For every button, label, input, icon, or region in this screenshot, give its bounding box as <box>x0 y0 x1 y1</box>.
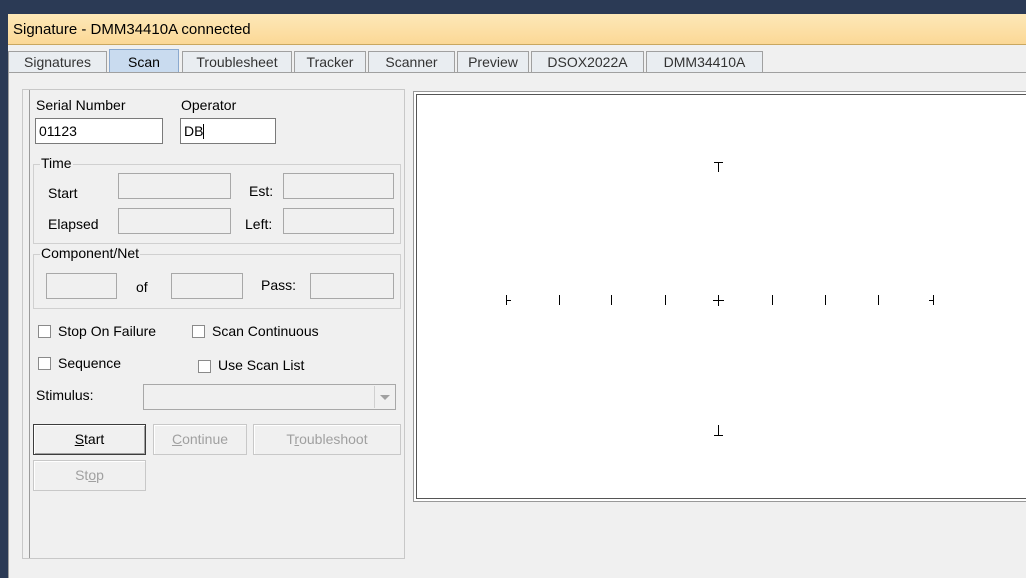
component-net-legend: Component/Net <box>40 245 141 261</box>
component-total-field[interactable] <box>171 273 243 299</box>
center-cross-horizontal <box>713 300 724 301</box>
axis-tick <box>611 295 612 305</box>
scan-continuous-checkbox[interactable] <box>192 325 205 338</box>
title-bar[interactable]: Signature - DMM34410A connected <box>8 14 1026 45</box>
top-tick-stem <box>718 162 719 172</box>
tab-panel-border <box>8 72 1026 73</box>
start-time-label: Start <box>48 185 78 201</box>
window-left-edge <box>8 73 9 578</box>
axis-tick <box>665 295 666 305</box>
est-time-label: Est: <box>249 183 274 199</box>
stop-button-text: St <box>75 467 89 483</box>
operator-value: DB <box>184 123 204 139</box>
start-accelerator: S <box>74 431 85 447</box>
right-end-tick <box>933 295 934 305</box>
tab-scan[interactable]: Scan <box>109 49 179 73</box>
stop-button[interactable]: Stop <box>33 460 146 491</box>
troubleshoot-button-text-rest: oubleshoot <box>299 431 368 447</box>
elapsed-time-label: Elapsed <box>48 216 99 232</box>
application-window: Signature - DMM34410A connected Signatur… <box>8 14 1026 578</box>
axis-tick <box>559 295 560 305</box>
use-scan-list-checkbox[interactable] <box>198 360 211 373</box>
stimulus-select[interactable] <box>143 384 396 410</box>
bottom-tick-stem <box>718 425 719 435</box>
continue-button-text-rest: ontinue <box>182 431 229 447</box>
serial-number-value: 01123 <box>39 123 77 139</box>
window-title: Signature - DMM34410A connected <box>13 21 251 38</box>
chevron-down-icon <box>380 395 390 400</box>
stop-accelerator: o <box>88 467 97 483</box>
component-current-field[interactable] <box>46 273 117 299</box>
left-end-arm <box>506 300 511 301</box>
serial-number-label: Serial Number <box>36 97 126 113</box>
troubleshoot-button[interactable]: Troubleshoot <box>253 424 401 455</box>
axis-tick <box>772 295 773 305</box>
component-of-label: of <box>136 279 148 295</box>
axis-tick <box>878 295 879 305</box>
stop-on-failure-checkbox[interactable] <box>38 325 51 338</box>
tab-dmm34410a[interactable]: DMM34410A <box>646 51 763 72</box>
continue-accelerator: C <box>171 431 183 447</box>
signature-display[interactable] <box>416 94 1026 499</box>
dropdown-arrow[interactable] <box>374 386 394 408</box>
operator-label: Operator <box>181 97 237 113</box>
stop-button-text-rest: p <box>96 467 104 483</box>
operator-input[interactable]: DB <box>180 118 276 144</box>
bottom-tick-cap <box>714 435 723 436</box>
time-legend: Time <box>40 155 73 171</box>
tab-signatures[interactable]: Signatures <box>8 51 107 72</box>
continue-button[interactable]: Continue <box>153 424 247 455</box>
pass-field[interactable] <box>310 273 394 299</box>
tab-tracker[interactable]: Tracker <box>294 51 366 72</box>
sequence-label[interactable]: Sequence <box>58 355 121 371</box>
start-button-text-rest: tart <box>84 431 105 447</box>
panel-shadow <box>23 90 30 558</box>
tab-scanner[interactable]: Scanner <box>368 51 455 72</box>
serial-number-input[interactable]: 01123 <box>35 118 163 144</box>
tab-troubleshoot[interactable]: Troublesheet <box>182 51 292 72</box>
scan-continuous-label[interactable]: Scan Continuous <box>212 323 319 339</box>
start-button[interactable]: Start <box>33 424 146 455</box>
tab-preview[interactable]: Preview <box>457 51 529 72</box>
use-scan-list-label[interactable]: Use Scan List <box>218 357 304 373</box>
stimulus-label: Stimulus: <box>36 387 94 403</box>
start-time-field[interactable] <box>118 173 231 199</box>
pass-label: Pass: <box>261 277 297 293</box>
sequence-checkbox[interactable] <box>38 357 51 370</box>
tab-strip: Signatures Scan Troublesheet Tracker Sca… <box>8 49 1026 73</box>
text-caret <box>203 124 205 139</box>
time-left-field[interactable] <box>283 208 394 234</box>
tab-dsox2022a[interactable]: DSOX2022A <box>531 51 644 72</box>
est-time-field[interactable] <box>283 173 394 199</box>
stop-on-failure-label[interactable]: Stop On Failure <box>58 323 156 339</box>
axis-tick <box>825 295 826 305</box>
time-left-label: Left: <box>245 216 273 232</box>
elapsed-time-field[interactable] <box>118 208 231 234</box>
